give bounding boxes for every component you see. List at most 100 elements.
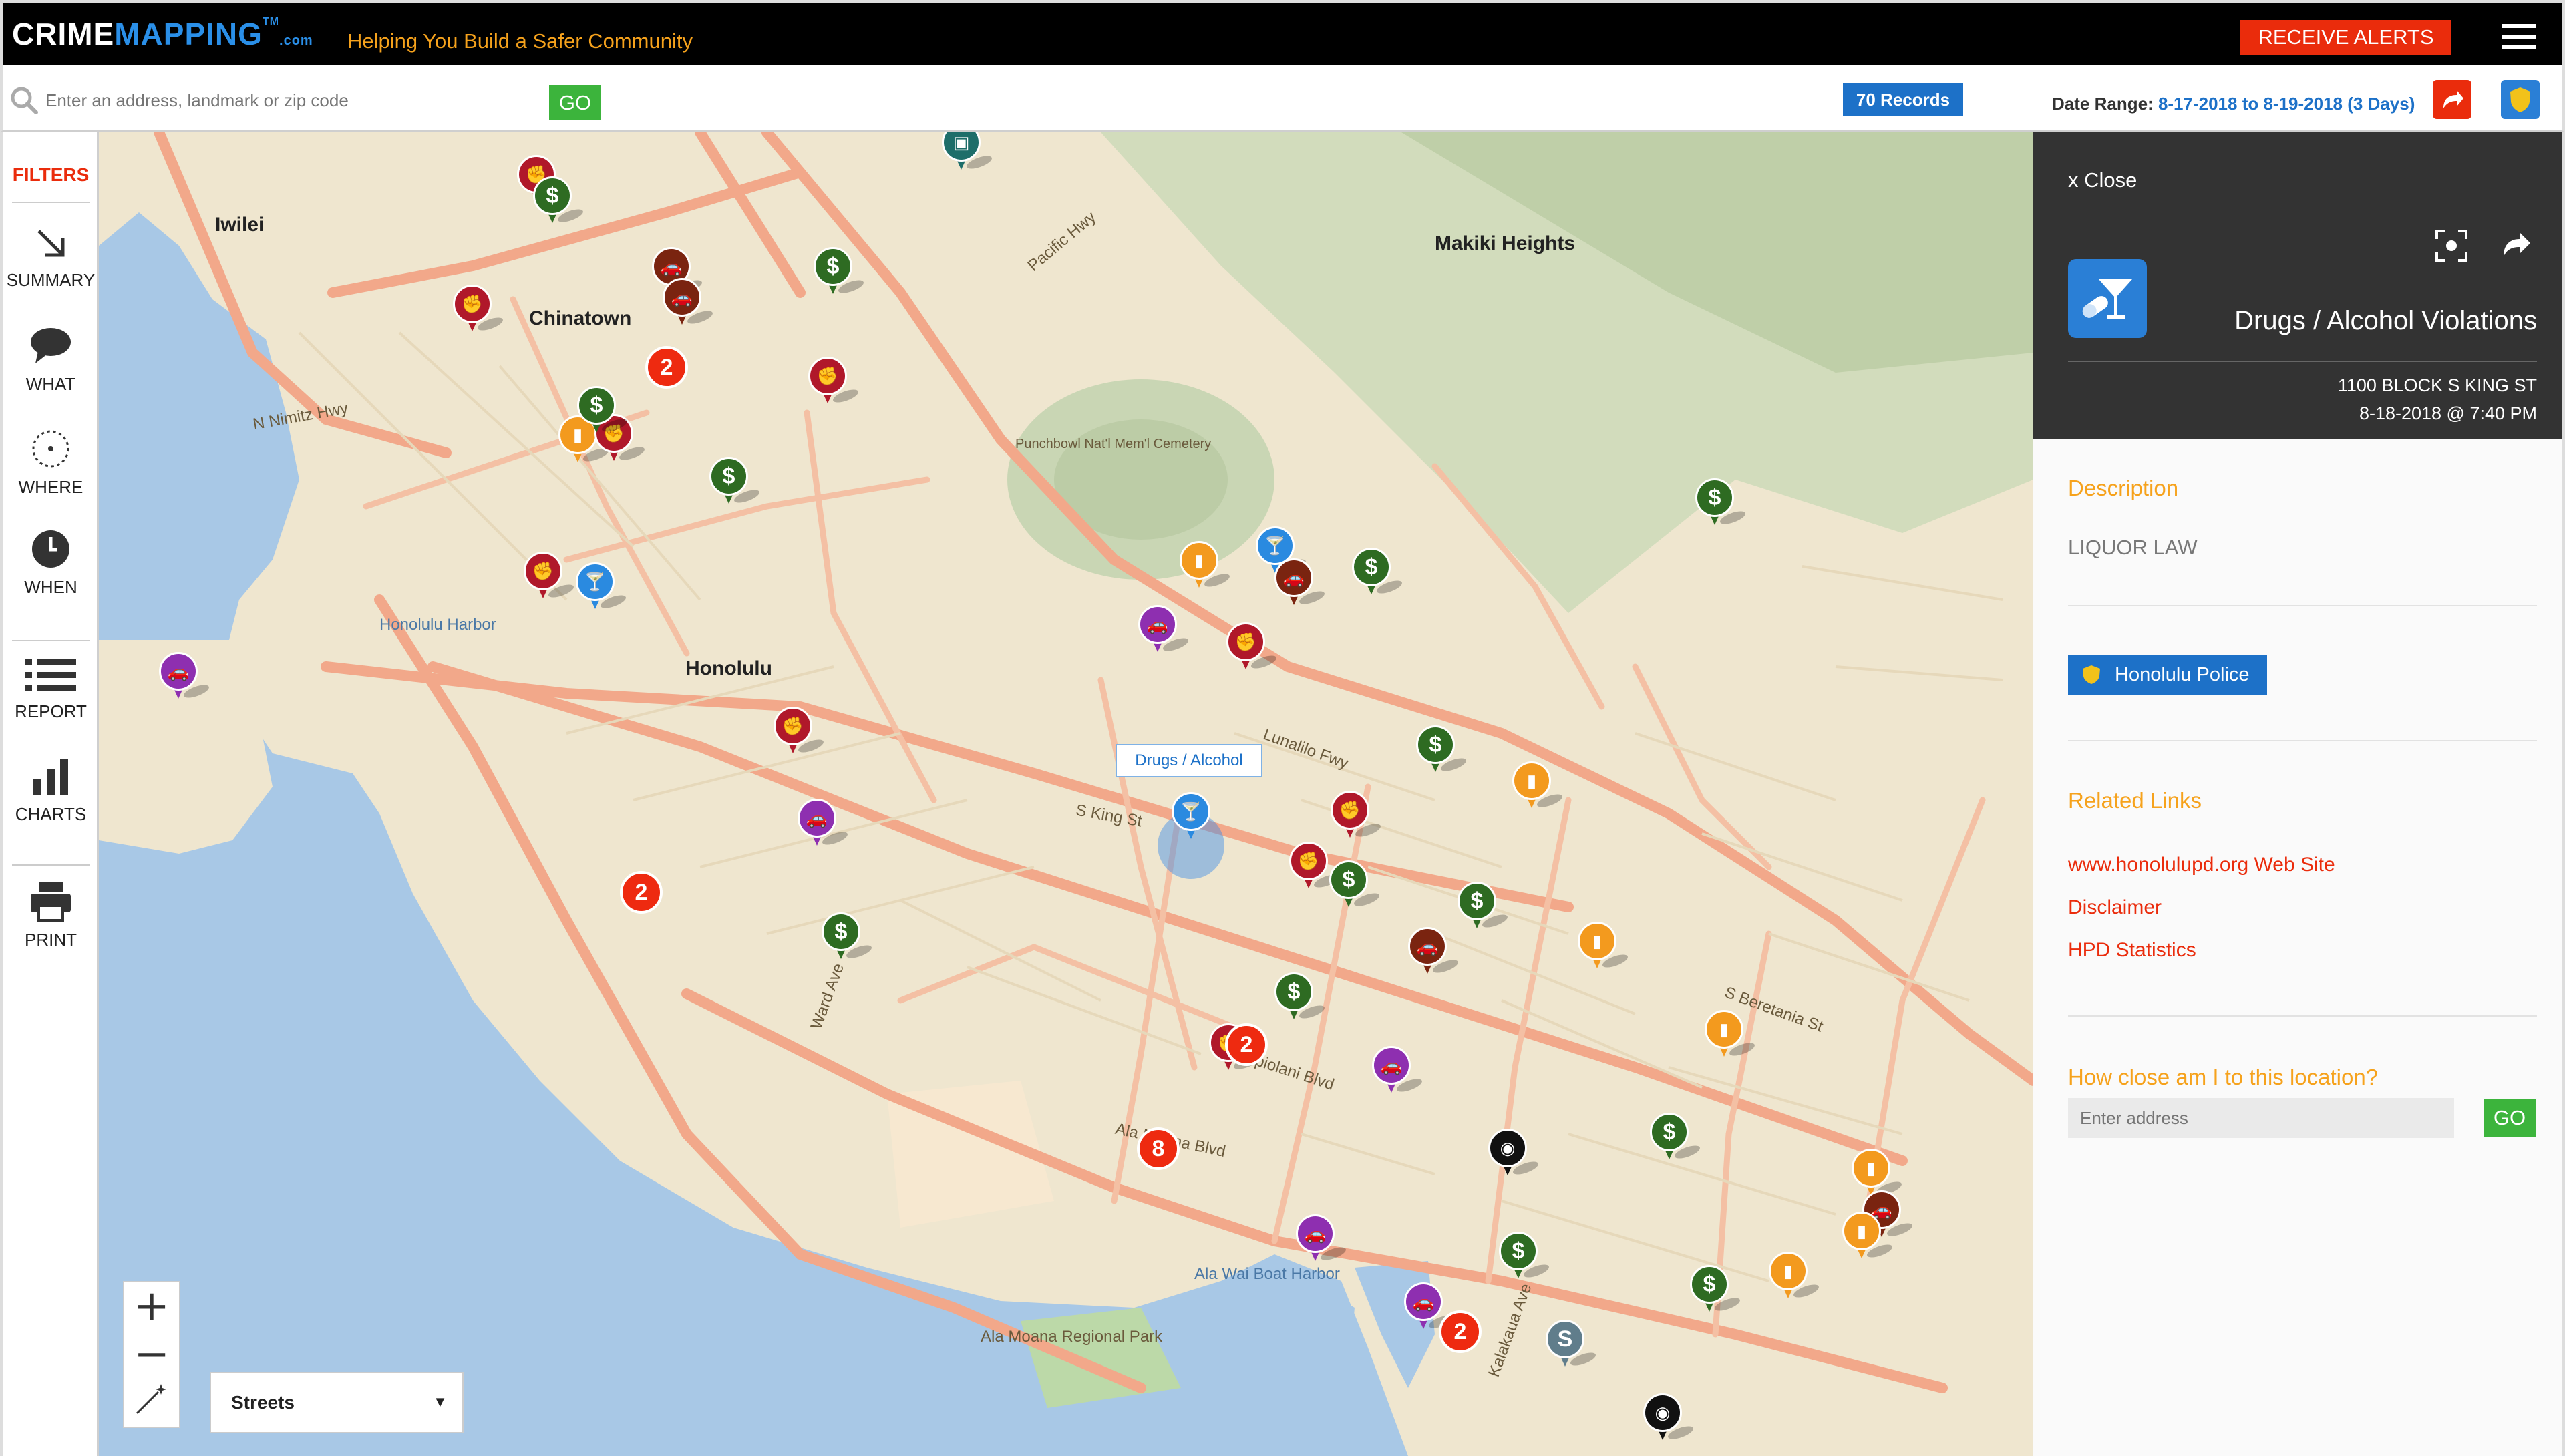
dollar-icon: $ [1650, 1113, 1689, 1151]
vandalism-marker[interactable]: 🚗 [159, 652, 211, 701]
hpd-website-link[interactable]: www.honolulupd.org Web Site [2068, 854, 2335, 876]
drugs-alcohol-marker[interactable]: 🍸 [576, 562, 628, 611]
printer-icon [31, 882, 71, 922]
crime-map[interactable]: Iwilei Chinatown Honolulu Makiki Heights… [99, 132, 2033, 1456]
theft-marker[interactable]: $ [1650, 1113, 1702, 1161]
zoom-out-button[interactable]: − [124, 1330, 179, 1379]
mask-icon: ◉ [1643, 1393, 1682, 1432]
vandalism-marker[interactable]: 🚗 [798, 799, 850, 848]
assault-marker[interactable]: ✊ [808, 357, 860, 405]
theft-marker[interactable]: $ [1458, 882, 1510, 930]
hpd-statistics-link[interactable]: HPD Statistics [2068, 939, 2196, 962]
incident-cluster[interactable]: 2 [1439, 1310, 1482, 1353]
search-go-button[interactable]: GO [549, 85, 601, 120]
assault-marker[interactable]: ✊ [1331, 791, 1383, 840]
theft-marker[interactable]: $ [577, 386, 629, 435]
measure-tool-button[interactable] [124, 1379, 179, 1427]
assault-marker[interactable]: ✊ [453, 285, 505, 333]
dui-marker[interactable]: ▮ [1578, 922, 1630, 970]
bottle-icon: ▮ [1842, 1212, 1881, 1250]
car-icon: 🚗 [1404, 1282, 1443, 1321]
share-button[interactable] [2433, 80, 2471, 119]
vandalism-marker[interactable]: 🚗 [1138, 605, 1190, 654]
theft-marker[interactable]: $ [709, 457, 761, 506]
section-divider [2068, 1015, 2537, 1017]
basemap-select[interactable]: Streets ▼ [210, 1372, 464, 1433]
sidebar-item-where[interactable]: WHERE [3, 429, 99, 522]
bottle-icon: ▮ [1578, 922, 1616, 960]
dollar-icon: $ [709, 457, 748, 496]
theft-marker[interactable]: $ [1416, 725, 1468, 774]
basemap[interactable] [99, 132, 2033, 1456]
car-icon: 🚗 [663, 278, 701, 317]
assault-marker[interactable]: ✊ [524, 552, 576, 600]
map-label-ala-moana-park: Ala Moana Regional Park [981, 1328, 1163, 1346]
vandalism-marker[interactable]: 🚗 [1404, 1282, 1456, 1331]
disclaimer-link[interactable]: Disclaimer [2068, 896, 2162, 919]
dui-marker[interactable]: ▮ [1180, 541, 1232, 590]
assault-marker[interactable]: ✊ [1289, 842, 1341, 890]
bottle-icon: ▮ [1180, 541, 1218, 580]
assault-marker[interactable]: ✊ [774, 707, 826, 755]
dui-marker[interactable]: ▮ [1705, 1010, 1757, 1059]
records-count-badge[interactable]: 70 Records [1843, 83, 1963, 116]
vandalism-marker[interactable]: 🚗 [1372, 1046, 1424, 1095]
theft-marker[interactable]: $ [1274, 972, 1327, 1021]
burglary-marker[interactable]: ◉ [1643, 1393, 1695, 1442]
incident-cluster[interactable]: 2 [620, 871, 663, 914]
theft-marker[interactable]: $ [1499, 1232, 1551, 1280]
search-bar: GO 70 Records Date Range: 8-17-2018 to 8… [0, 65, 2565, 132]
theft-marker[interactable]: $ [1329, 860, 1381, 909]
related-links-heading: Related Links [2068, 788, 2202, 813]
martini-icon: 🍸 [1172, 792, 1210, 831]
transit-marker[interactable]: ▣ [942, 132, 994, 172]
zoom-controls: + − [123, 1281, 180, 1428]
incident-cluster[interactable]: 2 [1225, 1023, 1268, 1066]
selected-drugs-alcohol-marker[interactable]: 🍸 [1172, 792, 1210, 840]
theft-marker[interactable]: $ [1352, 548, 1404, 596]
incident-cluster[interactable]: 8 [1137, 1127, 1180, 1170]
zoom-in-button[interactable]: + [124, 1282, 179, 1330]
share-incident-icon[interactable] [2497, 226, 2536, 264]
date-range-value[interactable]: 8-17-2018 to 8-19-2018 (3 Days) [2158, 94, 2415, 114]
theft-marker[interactable]: $ [814, 247, 866, 296]
sidebar-item-summary[interactable]: SUMMARY [3, 224, 99, 318]
filters-heading[interactable]: FILTERS [3, 164, 99, 186]
sidebar-item-when[interactable]: WHEN [3, 529, 99, 622]
agency-badge-button[interactable] [2501, 80, 2540, 119]
logo-text-main: CRIME [12, 17, 115, 51]
address-search-input[interactable] [45, 87, 513, 114]
bus-icon: ▣ [942, 132, 981, 162]
burglary-marker[interactable]: ◉ [1488, 1129, 1540, 1177]
date-range[interactable]: Date Range: 8-17-2018 to 8-19-2018 (3 Da… [2052, 94, 2415, 114]
hamburger-menu-icon[interactable] [2502, 24, 2536, 49]
close-panel-button[interactable]: x Close [2068, 168, 2137, 192]
theft-marker[interactable]: $ [1690, 1265, 1742, 1314]
receive-alerts-button[interactable]: RECEIVE ALERTS [2240, 20, 2451, 55]
sex-crime-marker[interactable]: S [1546, 1320, 1598, 1369]
map-label-ala-wai-boat-harbor: Ala Wai Boat Harbor [1194, 1265, 1340, 1283]
assault-marker[interactable]: ✊ [1226, 622, 1278, 671]
zoom-to-incident-icon[interactable] [2433, 227, 2470, 264]
share-arrow-icon [2443, 90, 2463, 108]
crimemapping-logo[interactable]: CRIMEMAPPINGTM .com [12, 16, 313, 52]
sidebar-item-what[interactable]: WHAT [3, 326, 99, 419]
vandalism-marker[interactable]: 🚗 [1296, 1214, 1348, 1263]
distance-address-input[interactable] [2068, 1098, 2454, 1138]
agency-link-button[interactable]: Honolulu Police [2068, 655, 2267, 695]
sidebar-item-charts[interactable]: CHARTS [3, 756, 99, 850]
section-divider [2068, 740, 2537, 741]
vehicle-theft-marker[interactable]: 🚗 [1408, 927, 1460, 976]
theft-marker[interactable]: $ [533, 176, 585, 225]
vehicle-theft-marker[interactable]: 🚗 [663, 278, 715, 327]
vehicle-theft-marker[interactable]: 🚗 [1274, 558, 1327, 607]
distance-go-button[interactable]: GO [2484, 1099, 2536, 1137]
incident-cluster[interactable]: 2 [645, 346, 688, 389]
sidebar-item-report[interactable]: REPORT [3, 656, 99, 749]
dui-marker[interactable]: ▮ [1769, 1252, 1821, 1300]
dui-marker[interactable]: ▮ [1512, 761, 1564, 810]
theft-marker[interactable]: $ [822, 912, 874, 961]
sidebar-item-print[interactable]: PRINT [3, 879, 99, 972]
dui-marker[interactable]: ▮ [1842, 1212, 1894, 1260]
theft-marker[interactable]: $ [1695, 478, 1747, 527]
